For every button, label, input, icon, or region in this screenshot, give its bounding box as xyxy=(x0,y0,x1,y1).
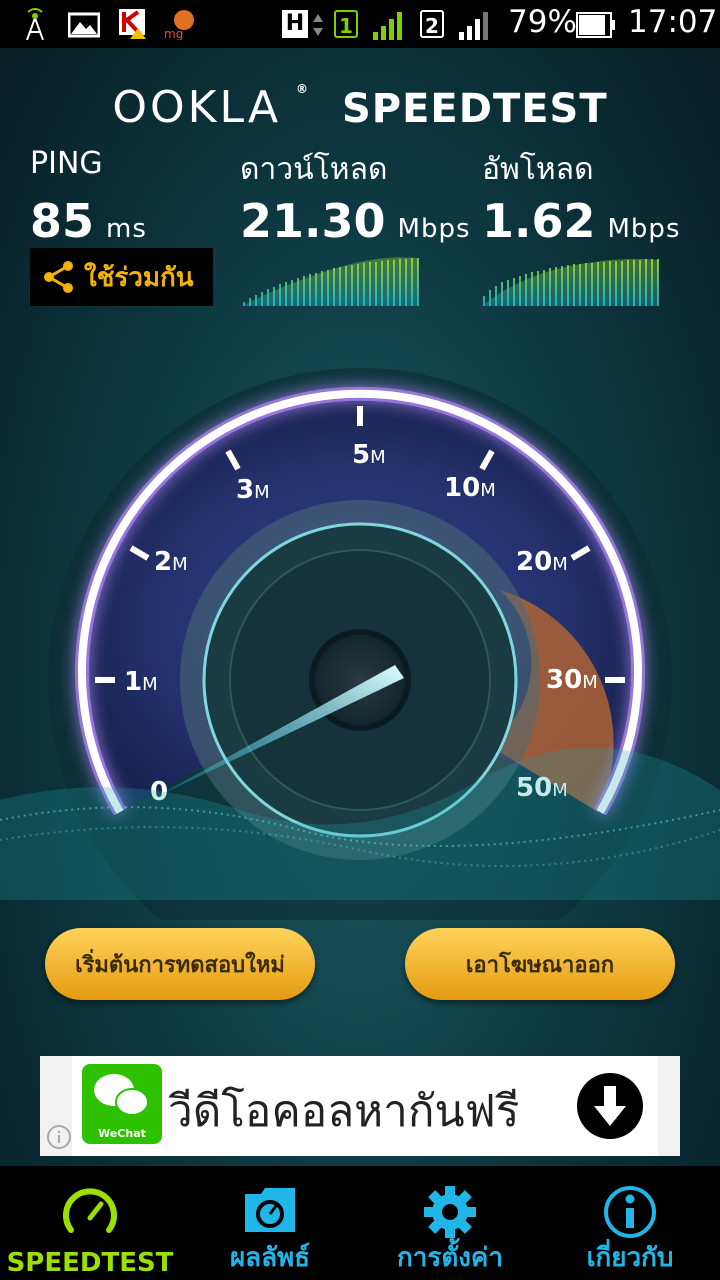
share-label: ใช้ร่วมกัน xyxy=(84,262,194,293)
download-value-group: 21.30 Mbps xyxy=(240,194,471,248)
upload-unit: Mbps xyxy=(607,214,681,244)
ad-text: วีดีโอคอลหากันฟรี xyxy=(168,1086,520,1137)
bottom-navigation: SPEEDTEST ผลลัพธ์ การตั้งค่า เกี่ยวกับ xyxy=(0,1166,720,1280)
battery-percent: 79% xyxy=(508,4,577,40)
tab-about-label: เกี่ยวกับ xyxy=(586,1243,674,1273)
tab-results-label: ผลลัพธ์ xyxy=(229,1243,311,1273)
speedometer-icon xyxy=(63,1188,117,1233)
sim1-badge: 1 xyxy=(334,10,358,38)
upload-value-group: 1.62 Mbps xyxy=(482,194,681,248)
share-icon xyxy=(44,261,73,293)
wechat-logo-icon: WeChat xyxy=(82,1064,162,1144)
svg-text:mg: mg xyxy=(164,27,183,40)
ad-info-icon[interactable] xyxy=(46,1124,72,1150)
data-arrows-icon xyxy=(313,14,323,36)
app-mg-icon: mg xyxy=(164,10,194,40)
clock: 17:07 xyxy=(628,4,718,40)
download-arrow-icon xyxy=(577,1073,643,1139)
tab-settings-label: การตั้งค่า xyxy=(397,1243,503,1273)
battery-icon xyxy=(576,12,615,38)
ping-unit: ms xyxy=(106,214,147,244)
upload-value: 1.62 xyxy=(482,194,596,248)
download-speed-graph xyxy=(242,257,419,306)
status-bar: mg H 1 2 79% 17:07 xyxy=(0,0,720,48)
download-label: ดาวน์โหลด xyxy=(240,152,388,187)
app-logo: OOKLA ® SPEEDTEST xyxy=(112,82,608,133)
upload-speed-graph xyxy=(482,258,659,306)
info-icon xyxy=(604,1186,656,1238)
tab-settings[interactable]: การตั้งค่า xyxy=(360,1166,540,1280)
restart-test-button[interactable]: เริ่มต้นการทดสอบใหม่ xyxy=(45,928,315,1000)
download-unit: Mbps xyxy=(397,214,471,244)
ad-banner[interactable]: WeChat วีดีโอคอลหากันฟรี xyxy=(40,1056,680,1156)
network-type-badge: H xyxy=(282,10,308,38)
wave-decoration xyxy=(0,747,720,900)
results-folder-icon xyxy=(245,1188,295,1232)
product-name: SPEEDTEST xyxy=(341,86,608,132)
app-k-icon xyxy=(119,9,146,39)
sim2-signal-icon xyxy=(459,12,488,40)
ping-value: 85 xyxy=(30,194,95,248)
remove-ads-button[interactable]: เอาโฆษณาออก xyxy=(405,928,675,1000)
ad-app-name: WeChat xyxy=(98,1127,146,1140)
gallery-icon xyxy=(68,12,100,38)
tab-speedtest-label: SPEEDTEST xyxy=(6,1248,174,1278)
sim1-signal-icon xyxy=(373,12,402,40)
signal-tower-icon xyxy=(26,8,44,40)
download-value: 21.30 xyxy=(240,194,386,248)
ad-content[interactable]: WeChat วีดีโอคอลหากันฟรี xyxy=(72,1056,658,1156)
sim2-badge: 2 xyxy=(420,10,444,38)
ping-value-group: 85 ms xyxy=(30,194,147,248)
tab-speedtest[interactable]: SPEEDTEST xyxy=(0,1166,180,1280)
gear-icon xyxy=(424,1186,476,1238)
tab-about[interactable]: เกี่ยวกับ xyxy=(540,1166,720,1280)
upload-label: อัพโหลด xyxy=(482,152,594,187)
tab-results[interactable]: ผลลัพธ์ xyxy=(180,1166,360,1280)
brand-name: OOKLA xyxy=(112,82,282,133)
ping-label: PING xyxy=(30,146,103,181)
share-button[interactable]: ใช้ร่วมกัน xyxy=(30,248,213,306)
